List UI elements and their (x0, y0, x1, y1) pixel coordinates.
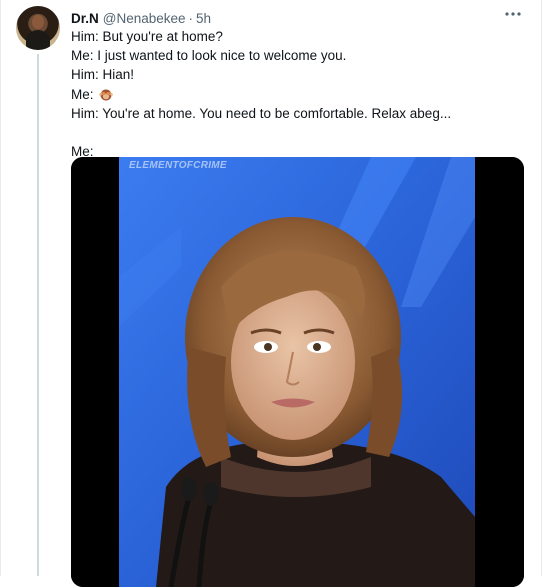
gif-frame (71, 157, 524, 587)
tweet-line: Me: I just wanted to look nice to welcom… (71, 48, 347, 64)
avatar[interactable] (16, 6, 60, 50)
avatar-body (26, 30, 50, 50)
tweet-header: Dr.N @Nenabekee · 5h (71, 8, 521, 28)
tweet-text: Him: But you're at home? Me: I just want… (71, 27, 521, 161)
more-dots (505, 12, 521, 16)
see-no-evil-monkey-icon (99, 87, 114, 101)
gif-watermark: ELEMENTOFCRIME (129, 160, 227, 171)
tweet-line-with-emoji: Me: (71, 85, 521, 104)
tweet-card[interactable]: Dr.N @Nenabekee · 5h Him: But you're at … (0, 0, 542, 587)
tweet-line: Him: But you're at home? (71, 29, 223, 44)
separator-dot: · (188, 10, 194, 26)
thread-line (37, 54, 39, 576)
tweet-line: Him: Hian! (71, 67, 135, 83)
more-horizontal-icon[interactable] (503, 6, 523, 22)
display-name[interactable]: Dr.N (71, 11, 99, 26)
avatar-face (32, 15, 44, 29)
tweet-line: Him: You're at home. You need to be comf… (71, 105, 452, 121)
user-handle[interactable]: @Nenabekee (103, 11, 186, 26)
media-gif[interactable]: ELEMENTOFCRIME (71, 157, 524, 587)
tweet-line-label: Me: (71, 86, 94, 102)
timestamp[interactable]: 5h (196, 11, 211, 26)
